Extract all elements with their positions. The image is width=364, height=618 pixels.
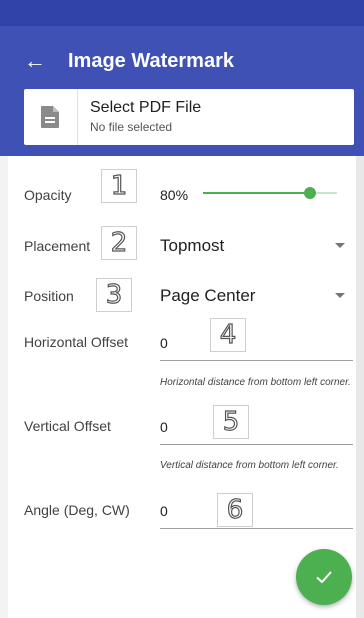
opacity-label: Opacity	[24, 187, 72, 203]
opacity-slider-thumb[interactable]	[304, 187, 316, 199]
opacity-slider[interactable]	[203, 187, 337, 199]
right-edge	[356, 156, 364, 618]
position-select[interactable]: Page Center	[160, 286, 255, 306]
position-label: Position	[24, 288, 74, 304]
opacity-value: 80%	[160, 187, 189, 203]
opacity-slider-fill	[203, 192, 310, 194]
confirm-button[interactable]	[296, 549, 352, 605]
marker-2: 2	[101, 226, 137, 260]
marker-5: 5	[213, 405, 249, 439]
placement-select[interactable]: Topmost	[160, 236, 224, 256]
placement-label: Placement	[24, 238, 91, 254]
angle-underline	[160, 528, 353, 529]
marker-4: 4	[210, 318, 246, 352]
select-pdf-file-button[interactable]: Select PDF File No file selected	[24, 89, 354, 145]
position-chevron-down-icon[interactable]	[335, 293, 345, 298]
arrow-left-icon[interactable]: ←	[24, 50, 46, 72]
horizontal-offset-underline	[160, 360, 353, 361]
vertical-offset-underline	[160, 444, 353, 445]
select-pdf-file-label: Select PDF File	[90, 99, 202, 116]
left-edge	[0, 156, 8, 618]
marker-3: 3	[96, 278, 132, 312]
status-bar	[0, 0, 364, 26]
file-status: No file selected	[90, 120, 173, 134]
horizontal-offset-input[interactable]: 0	[160, 334, 168, 352]
check-icon	[316, 571, 332, 584]
horizontal-offset-hint: Horizontal distance from bottom left cor…	[160, 377, 351, 388]
document-icon	[24, 89, 78, 145]
vertical-offset-hint: Vertical distance from bottom left corne…	[160, 460, 339, 471]
page-title: Image Watermark	[68, 50, 234, 72]
angle-input[interactable]: 0	[160, 502, 168, 520]
placement-chevron-down-icon[interactable]	[335, 243, 345, 248]
horizontal-offset-label: Horizontal Offset	[24, 334, 129, 350]
marker-6: 6	[217, 493, 253, 527]
vertical-offset-input[interactable]: 0	[160, 418, 168, 436]
angle-label: Angle (Deg, CW)	[24, 502, 130, 518]
vertical-offset-label: Vertical Offset	[24, 418, 111, 434]
marker-1: 1	[101, 169, 137, 203]
